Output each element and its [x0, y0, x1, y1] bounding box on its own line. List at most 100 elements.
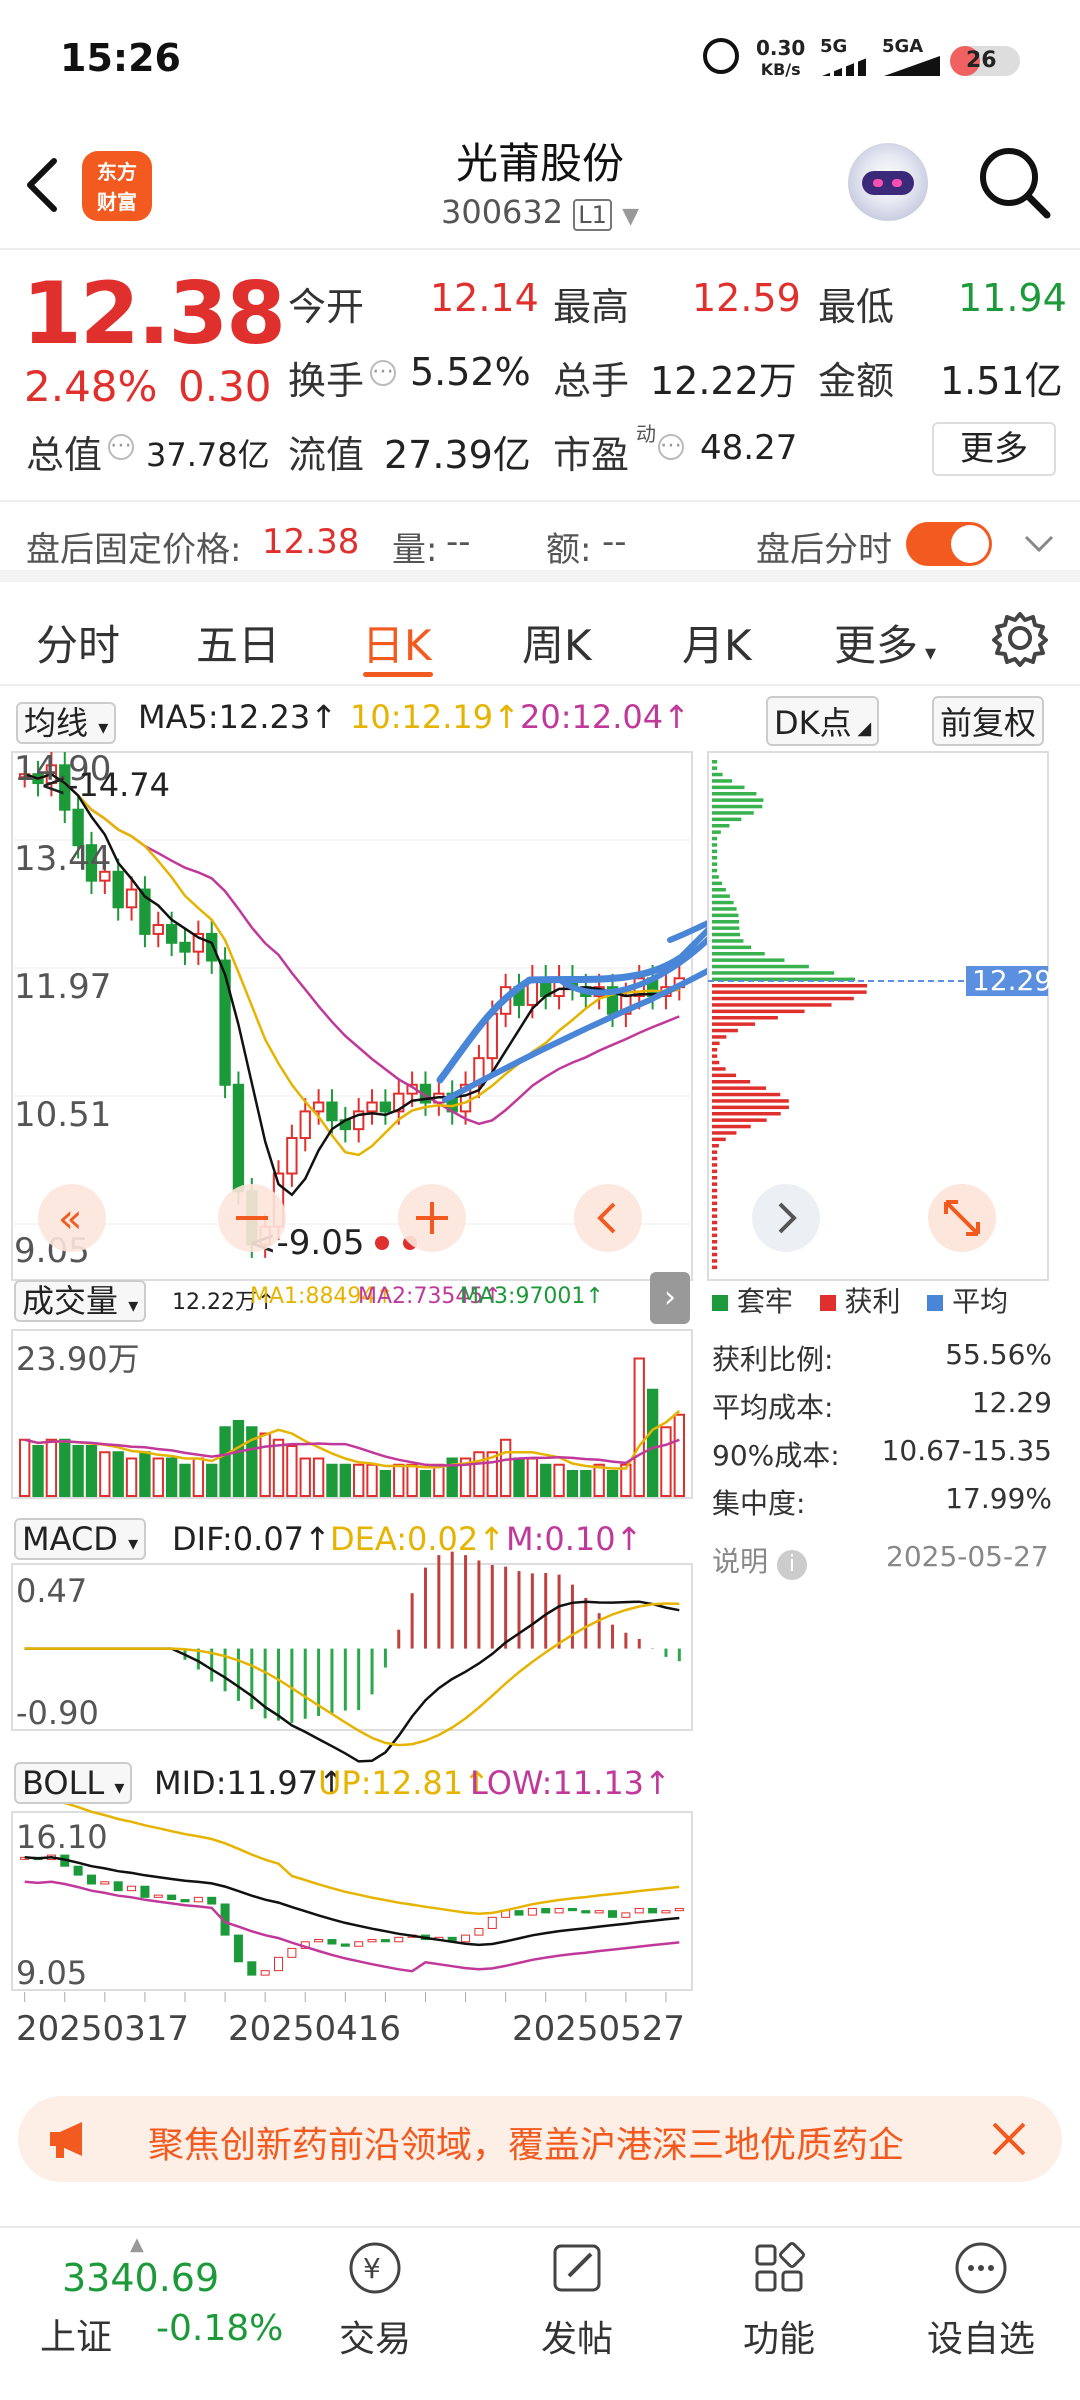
chip-bar [712, 1092, 781, 1097]
grid-icon [755, 2242, 805, 2292]
boll-candle [380, 1939, 390, 1943]
ma-select[interactable]: 均线 ▾ [16, 698, 117, 744]
scroll-right-button[interactable] [752, 1184, 820, 1252]
chip-bar [712, 932, 741, 937]
zoom-out-button[interactable]: « [38, 1184, 106, 1252]
chip-bar [712, 1131, 737, 1135]
boll-candle [113, 1881, 123, 1892]
volume-bar [499, 1438, 512, 1497]
chip-bar [712, 1208, 718, 1212]
chip-bar [712, 1150, 718, 1154]
index-value[interactable]: 3340.69 [62, 2256, 219, 2300]
chip-bar [712, 1156, 718, 1161]
candle-body [312, 1101, 325, 1113]
boll-candle [367, 1939, 377, 1943]
scroll-left-button[interactable] [574, 1184, 642, 1252]
change-amount: 0.30 [178, 362, 272, 411]
macd-select[interactable]: MACD ▾ [14, 1518, 147, 1560]
alarm-icon [703, 38, 739, 74]
high-value: 12.59 [692, 276, 801, 320]
adjust-select[interactable]: 前复权 [932, 696, 1045, 746]
boll-candle [167, 1894, 177, 1901]
expand-icon[interactable] [928, 1184, 996, 1252]
chip-bar [712, 1182, 718, 1186]
tab-five-day[interactable]: 五日 [196, 612, 280, 673]
stock-header: 东方 财富 光莆股份 300632 L1 ▼ [0, 115, 1080, 250]
chip-bar [712, 811, 754, 815]
current-price: 12.38 [22, 264, 286, 364]
more-dots-icon[interactable]: ⋯ [108, 434, 134, 460]
tab-intraday[interactable]: 分时 [36, 612, 120, 673]
boll-candle [340, 1943, 350, 1947]
chip-legend: 套牢 获利 平均 [712, 1280, 1008, 1320]
nav-watchlist[interactable]: 设自选 [916, 2238, 1046, 2362]
nav-functions[interactable]: 功能 [714, 2238, 844, 2362]
settings-gear-icon[interactable] [990, 608, 1050, 668]
more-dots-icon[interactable]: ⋯ [370, 360, 396, 386]
candle-body [152, 924, 164, 935]
edit-icon [553, 2244, 601, 2292]
boll-candle [193, 1896, 203, 1903]
chip-note[interactable]: 说明 i [712, 1540, 807, 1580]
change-percent: 2.48% [24, 362, 158, 411]
minus-button[interactable] [218, 1184, 286, 1252]
tab-more[interactable]: 更多 ▾ [834, 612, 936, 673]
volume-bar [633, 1357, 645, 1497]
nav-post[interactable]: 发帖 [512, 2238, 642, 2362]
chip-bar [712, 1220, 718, 1225]
ma20-label: 20:12.04↑ [520, 698, 690, 736]
close-icon[interactable] [988, 2118, 1030, 2160]
chip-bar [712, 990, 867, 994]
after-hours-toggle[interactable] [906, 522, 992, 566]
volume-bar [272, 1438, 285, 1497]
boll-candle [594, 1910, 604, 1914]
nav-trade[interactable]: ¥ 交易 [310, 2238, 440, 2362]
boll-candle [541, 1907, 551, 1914]
boll-candle [260, 1970, 270, 1976]
tab-month-k[interactable]: 月K [682, 612, 752, 673]
max-marker: <-14.74 [40, 766, 170, 804]
more-button[interactable]: 更多 [932, 422, 1056, 476]
tab-week-k[interactable]: 周K [522, 612, 592, 673]
chip-bar [712, 913, 739, 918]
boll-low: LOW:11.13↑ [470, 1764, 671, 1802]
boll-candle [461, 1934, 471, 1943]
volume-select[interactable]: 成交量 ▾ [14, 1276, 147, 1322]
battery-icon: 26 [950, 46, 1020, 76]
index-change[interactable]: -0.18% [156, 2308, 283, 2349]
volume-bar [139, 1451, 151, 1497]
chip-bar [712, 792, 757, 796]
date-label-end: 20250527 [512, 2009, 685, 2049]
search-icon[interactable] [975, 143, 1055, 223]
after-session-label: 盘后分时 [756, 530, 892, 570]
promo-banner[interactable]: 聚焦创新药前沿领域，覆盖沪港深三地优质药企 [18, 2096, 1062, 2182]
date-label-start: 20250317 [16, 2009, 189, 2049]
robot-assistant-icon[interactable] [848, 143, 928, 223]
after-price-value: 12.38 [262, 522, 360, 562]
collapse-arrow-icon[interactable]: › [650, 1272, 690, 1324]
after-vol-value: -- [446, 522, 471, 562]
tab-day-k[interactable]: 日K [362, 612, 432, 673]
candle-body [179, 941, 191, 953]
chip-bar [712, 830, 721, 834]
boll-select[interactable]: BOLL ▾ [14, 1762, 133, 1804]
chip-bar [712, 760, 718, 764]
low-label: 最低 [818, 285, 895, 329]
turnover-label: 换手 [288, 359, 365, 403]
volume-bar [419, 1470, 432, 1497]
level-tag: L1 [573, 199, 612, 231]
dk-point-select[interactable]: DK点 ◢ [766, 696, 880, 746]
net-speed: 0.30 KB/s [756, 36, 806, 79]
plus-button[interactable] [398, 1184, 466, 1252]
volume-bar [165, 1457, 178, 1497]
more-dots-icon[interactable]: ⋯ [658, 434, 684, 460]
index-name[interactable]: 上证 [40, 2308, 112, 2360]
chevron-up-icon[interactable]: ▲ [130, 2234, 144, 2255]
volume-bar [366, 1463, 378, 1497]
chip-bar [712, 1028, 738, 1033]
boll-candle [474, 1927, 484, 1936]
chip-bar [712, 1080, 751, 1084]
chip-bar [712, 779, 733, 783]
boll-candle [140, 1885, 150, 1898]
chevron-down-icon[interactable] [1022, 532, 1056, 556]
